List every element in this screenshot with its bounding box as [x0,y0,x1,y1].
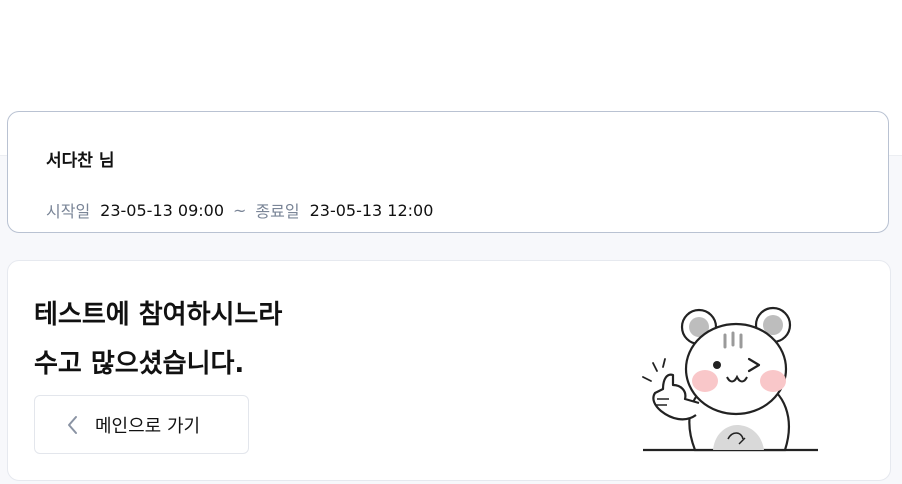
completion-message-line1: 테스트에 참여하시느라 [34,300,283,330]
completion-card: 테스트에 참여하시느라 수고 많으셨습니다. 메인으로 가기 [7,260,891,481]
chevron-left-icon [67,414,81,436]
start-date-value: 23-05-13 09:00 [100,200,224,220]
user-name: 서다찬 님 [46,151,115,171]
back-to-main-label: 메인으로 가기 [95,415,201,437]
date-separator: ~ [233,200,247,220]
start-date-label: 시작일 [46,202,91,221]
back-to-main-button[interactable]: 메인으로 가기 [34,395,249,454]
end-date-value: 23-05-13 12:00 [309,200,434,220]
end-date-label: 종료일 [255,202,300,221]
completion-message: 테스트에 참여하시느라 수고 많으셨습니다. [34,291,282,389]
completion-message-line2: 수고 많으셨습니다. [34,349,245,379]
test-info-card: 서다찬 님 시작일 23-05-13 09:00 ~ 종료일 23-05-13 … [7,111,889,233]
hamster-thumbs-up-illustration [642,306,818,452]
test-schedule: 시작일 23-05-13 09:00 ~ 종료일 23-05-13 12:00 [46,198,433,222]
